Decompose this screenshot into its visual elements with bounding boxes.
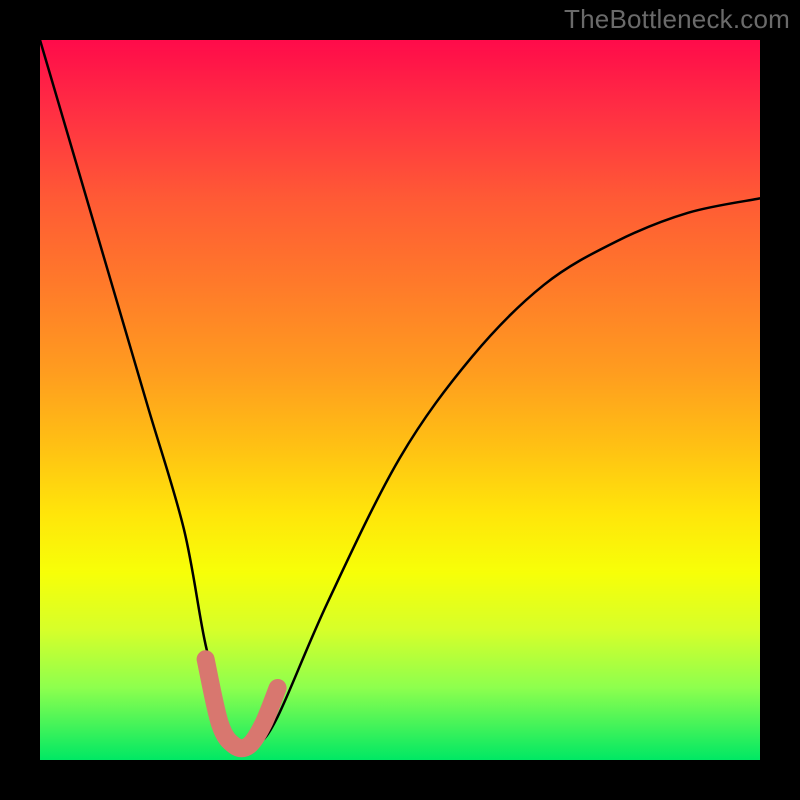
chart-frame: TheBottleneck.com xyxy=(0,0,800,800)
bottleneck-curve xyxy=(40,40,760,749)
curve-layer xyxy=(40,40,760,760)
watermark-text: TheBottleneck.com xyxy=(564,4,790,35)
plot-area xyxy=(40,40,760,760)
trough-highlight xyxy=(206,659,278,748)
